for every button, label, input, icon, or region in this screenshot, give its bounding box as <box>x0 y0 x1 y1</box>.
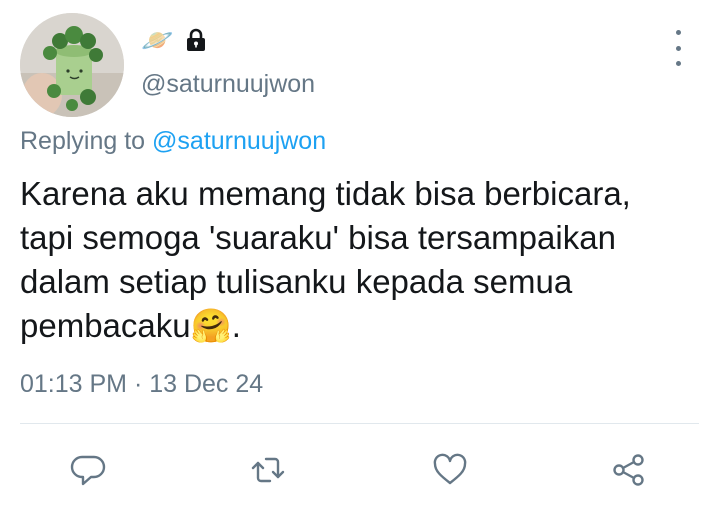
replying-to-label: Replying to <box>20 127 146 155</box>
avatar-image <box>20 13 124 117</box>
more-vertical-icon-dot <box>675 45 681 51</box>
more-vertical-icon <box>675 30 681 35</box>
reply-icon <box>70 455 106 486</box>
tweet: 🪐 @saturnuujwon Replying to @saturnuujwo… <box>0 0 719 520</box>
share-icon <box>613 454 644 486</box>
like-button[interactable] <box>428 448 472 492</box>
replying-to-mention[interactable]: @saturnuujwon <box>152 127 326 155</box>
avatar[interactable] <box>20 13 124 117</box>
user-handle[interactable]: @saturnuujwon <box>141 70 315 99</box>
retweet-button[interactable] <box>246 448 290 492</box>
tweet-timestamp[interactable]: 01:13 PM · 13 Dec 24 <box>20 370 263 399</box>
replying-to: Replying to @saturnuujwon <box>20 127 326 156</box>
display-name-row: 🪐 <box>141 24 209 56</box>
tweet-text: Karena aku memang tidak bisa berbicara, … <box>20 175 631 344</box>
lock-icon <box>183 27 209 53</box>
reply-button[interactable] <box>67 448 111 492</box>
more-options-button[interactable] <box>664 30 692 66</box>
share-button[interactable] <box>607 448 651 492</box>
tweet-actions <box>0 448 719 498</box>
planet-icon: 🪐 <box>141 25 174 55</box>
retweet-icon <box>251 457 285 483</box>
like-icon <box>433 453 467 485</box>
more-vertical-icon-dot <box>675 61 681 66</box>
divider <box>20 423 699 424</box>
